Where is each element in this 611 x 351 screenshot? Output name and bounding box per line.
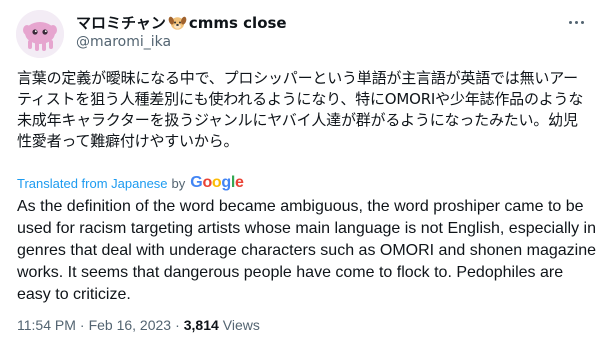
translation-attribution: Translated from Japanese by Google [17,174,244,192]
more-horizontal-icon-dot [574,20,578,24]
avatar-image [16,10,64,58]
google-logo-letter: G [190,174,203,191]
google-logo: Google [190,174,244,192]
tweet-meta: 11:54 PM · Feb 16, 2023 · 3,814 Views [17,317,260,333]
google-logo-letter: e [235,174,244,191]
more-horizontal-icon [568,20,572,24]
tweet-date[interactable]: Feb 16, 2023 [89,317,172,333]
views-count: 3,814 [183,317,219,333]
author-handle[interactable]: @maromi_ika [76,34,171,50]
translated-from-link[interactable]: Translated from Japanese [17,176,168,191]
tweet-translated-text: As the definition of the word became amb… [17,198,596,303]
google-logo-letter: g [221,174,231,191]
more-options-button[interactable] [563,12,589,32]
google-logo-letter: o [211,174,222,191]
avatar[interactable] [16,10,64,58]
author-display-name[interactable]: マロミチャン [76,12,166,33]
translation-by-label: by [171,175,186,191]
tweet-card: マロミチャン cmms close @maromi_ika 言葉の定義が曖昧にな… [0,0,611,351]
tweet-original-text: 言葉の定義が曖昧になる中で、プロシッパーという単語が主言語が英語では無いアーティ… [17,69,584,150]
author-name-row[interactable]: マロミチャン cmms close [76,12,287,33]
more-horizontal-icon-dot [580,20,584,24]
views-label: Views [222,317,260,333]
author-name-suffix[interactable]: cmms close [189,14,287,32]
meta-separator-2: · [175,317,180,333]
google-logo-letter: o [202,174,212,191]
dog-face-icon [168,16,187,30]
tweet-time[interactable]: 11:54 PM [17,317,76,333]
meta-separator: · [79,317,85,333]
